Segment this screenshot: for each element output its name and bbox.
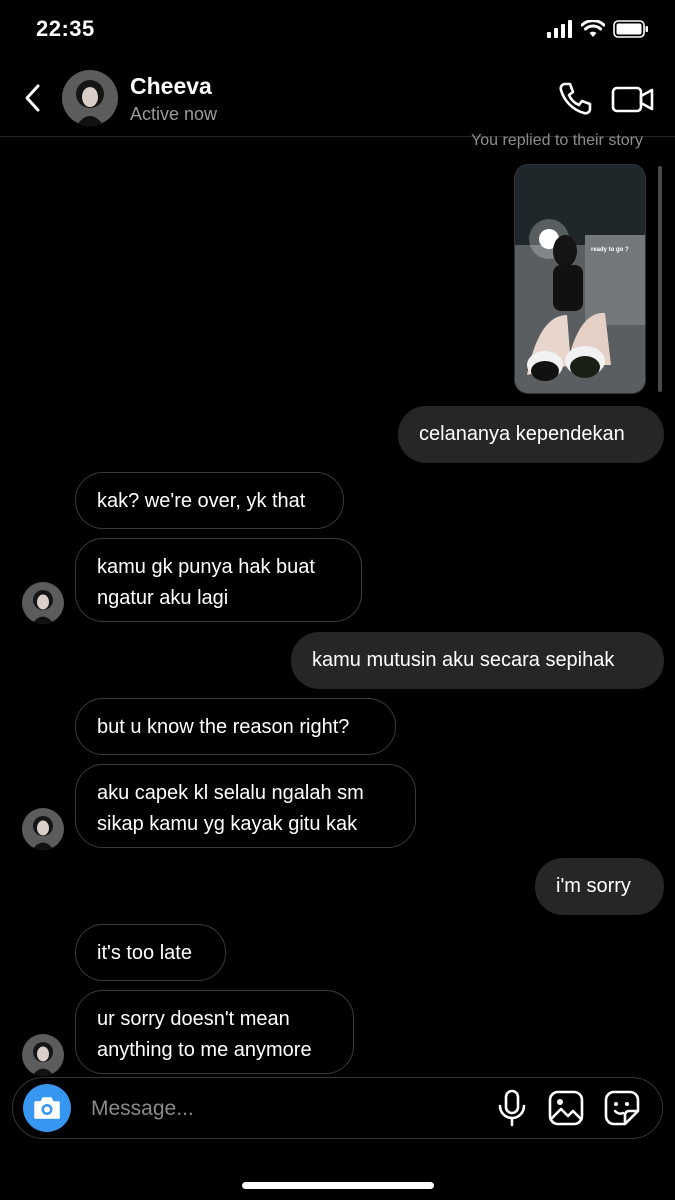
- chat-header: Cheeva Active now: [0, 62, 675, 137]
- sender-avatar[interactable]: [22, 582, 64, 624]
- camera-button[interactable]: [23, 1084, 71, 1132]
- camera-icon: [34, 1097, 60, 1119]
- message-composer: [12, 1077, 663, 1139]
- message-bubble-incoming[interactable]: kamu gk punya hak buat ngatur aku lagi: [75, 538, 362, 622]
- contact-avatar[interactable]: [62, 70, 118, 126]
- wifi-icon: [581, 20, 605, 37]
- story-overlay-text: ready to go ?: [591, 247, 629, 253]
- active-status: Active now: [130, 104, 218, 124]
- video-call-button[interactable]: [610, 80, 656, 118]
- message-text: i'm sorry: [556, 875, 631, 897]
- message-text-line: aku capek kl selalu ngalah sm: [97, 782, 364, 804]
- message-text: but u know the reason right?: [97, 716, 350, 738]
- sticker-button[interactable]: [603, 1089, 641, 1127]
- story-reply-caption: You replied to their story: [471, 132, 643, 149]
- voice-message-button[interactable]: [495, 1089, 529, 1127]
- cellular-signal-icon: [547, 20, 572, 38]
- status-icons: [547, 20, 649, 38]
- gallery-button[interactable]: [547, 1089, 585, 1127]
- message-bubble-outgoing[interactable]: i'm sorry: [535, 858, 664, 915]
- voice-call-button[interactable]: [556, 80, 594, 118]
- message-text: kak? we're over, yk that: [97, 490, 306, 512]
- message-text: kamu mutusin aku secara sepihak: [312, 649, 615, 671]
- message-bubble-incoming[interactable]: aku capek kl selalu ngalah sm sikap kamu…: [75, 764, 416, 848]
- message-text-line: anything to me anymore: [97, 1039, 312, 1061]
- message-text-line: sikap kamu yg kayak gitu kak: [97, 813, 358, 835]
- microphone-icon: [498, 1089, 526, 1127]
- sender-avatar[interactable]: [22, 808, 64, 850]
- home-indicator[interactable]: [242, 1182, 434, 1189]
- message-bubble-incoming[interactable]: but u know the reason right?: [75, 698, 396, 755]
- battery-icon: [613, 20, 648, 38]
- message-bubble-outgoing[interactable]: celananya kependekan: [398, 406, 664, 463]
- message-text: celananya kependekan: [419, 423, 625, 445]
- back-button[interactable]: [16, 80, 48, 116]
- status-bar: 22:35: [0, 0, 675, 60]
- message-bubble-outgoing[interactable]: kamu mutusin aku secara sepihak: [291, 632, 664, 689]
- message-bubble-incoming[interactable]: kak? we're over, yk that: [75, 472, 344, 529]
- message-text-line: kamu gk punya hak buat: [97, 556, 315, 578]
- contact-name[interactable]: Cheeva: [130, 73, 212, 100]
- message-input[interactable]: [89, 1088, 473, 1130]
- sticker-icon: [604, 1090, 640, 1126]
- image-icon: [548, 1090, 584, 1126]
- scrollbar[interactable]: [658, 166, 662, 392]
- chevron-left-icon: [25, 84, 40, 112]
- phone-icon: [559, 82, 592, 115]
- video-camera-icon: [611, 86, 654, 113]
- sender-avatar[interactable]: [22, 1034, 64, 1076]
- message-text-line: ngatur aku lagi: [97, 587, 229, 609]
- message-bubble-incoming[interactable]: ur sorry doesn't mean anything to me any…: [75, 990, 354, 1074]
- message-text-line: ur sorry doesn't mean: [97, 1008, 290, 1030]
- status-time: 22:35: [36, 16, 95, 41]
- message-bubble-incoming[interactable]: it's too late: [75, 924, 226, 981]
- story-thumbnail[interactable]: ready to go ?: [514, 164, 646, 394]
- message-text: it's too late: [97, 942, 192, 964]
- avatar-photo: [62, 70, 118, 126]
